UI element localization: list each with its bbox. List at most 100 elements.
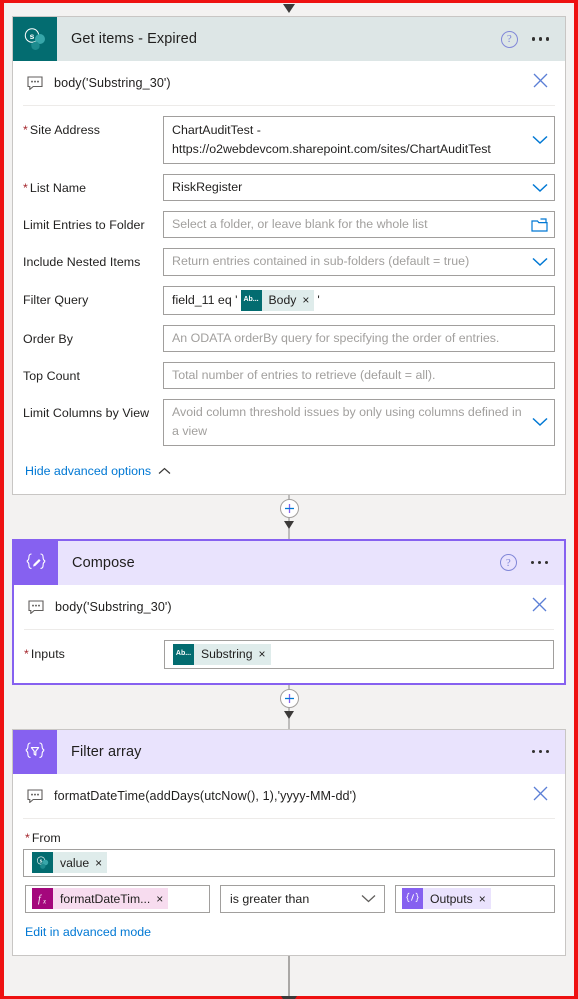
field-inputs: * Inputs Ab... Substring × <box>24 639 554 669</box>
token-remove-icon[interactable]: × <box>259 645 266 664</box>
required-marker: * <box>23 123 28 137</box>
field-label-limit-columns: Limit Columns by View <box>23 406 150 421</box>
ellipsis-icon[interactable] <box>530 746 551 757</box>
from-input[interactable]: s value × <box>23 848 555 877</box>
field-site-address: * Site Address ChartAuditTest - https://o… <box>23 116 555 164</box>
filter-array-card[interactable]: Filter array formatDateTime(addDays(utcN… <box>12 728 566 956</box>
expression-text: body('Substring_30') <box>54 76 171 90</box>
arrow-down-icon <box>281 995 297 999</box>
inputs-value: Ab... Substring × <box>173 643 547 665</box>
field-label-order-by: Order By <box>23 331 73 346</box>
token-label: Body × <box>261 289 315 311</box>
token-substring[interactable]: Ab... Substring × <box>173 643 271 665</box>
token-remove-icon[interactable]: × <box>302 291 309 310</box>
condition-operator-select[interactable]: is greater than <box>220 884 385 913</box>
token-label: formatDateTim... × <box>53 888 169 910</box>
sharepoint-icon: s <box>32 852 53 874</box>
token-formatdatetime[interactable]: f x formatDateTim... × <box>32 888 169 910</box>
compose-header[interactable]: Compose ? <box>14 540 564 585</box>
arrow-down-icon <box>284 710 294 719</box>
comment-icon <box>27 788 44 803</box>
chevron-down-icon[interactable] <box>532 183 548 193</box>
arrow-down-icon <box>283 3 295 13</box>
filter-query-prefix: field_11 eq ' <box>172 292 238 307</box>
token-remove-icon[interactable]: × <box>479 892 486 906</box>
get-items-title: Get items - Expired <box>71 31 197 47</box>
get-items-header[interactable]: s Get items - Expired ? <box>13 17 565 61</box>
svg-text:x: x <box>42 898 47 906</box>
chevron-up-icon <box>158 462 171 480</box>
limit-columns-placeholder: Avoid column threshold issues by only us… <box>172 405 522 439</box>
condition-left-input[interactable]: f x formatDateTim... × <box>25 884 210 913</box>
field-label-filter-query: Filter Query <box>23 292 89 307</box>
folder-icon[interactable] <box>531 218 548 232</box>
token-label: Outputs × <box>423 888 491 910</box>
help-icon[interactable]: ? <box>500 30 518 48</box>
include-nested-input[interactable]: Return entries contained in sub-folders … <box>163 248 555 276</box>
function-icon: f x <box>32 888 53 910</box>
chevron-down-icon[interactable] <box>532 257 548 267</box>
compose-card[interactable]: Compose ? body('Substring_30') * Inputs … <box>12 538 566 685</box>
required-marker: * <box>24 646 29 661</box>
ellipsis-icon[interactable] <box>530 33 551 44</box>
filter-array-header-actions <box>530 730 565 774</box>
filter-array-body: formatDateTime(addDays(utcNow(), 1),'yyy… <box>13 774 565 955</box>
token-label: value × <box>53 852 108 874</box>
compose-header-actions: ? <box>499 541 564 585</box>
edit-advanced-mode-link[interactable]: Edit in advanced mode <box>25 925 151 939</box>
plus-icon[interactable] <box>279 688 299 708</box>
close-icon[interactable] <box>528 72 553 94</box>
limit-entries-input[interactable]: Select a folder, or leave blank for the … <box>163 211 555 239</box>
order-by-placeholder: An ODATA orderBy query for specifying th… <box>172 330 500 345</box>
filter-array-header[interactable]: Filter array <box>13 729 565 774</box>
hide-advanced-options-toggle[interactable]: Hide advanced options <box>23 462 555 480</box>
field-filter-query: Filter Query field_11 eq ' Ab... Body × <box>23 285 555 315</box>
compose-title: Compose <box>72 554 135 571</box>
list-name-value: RiskRegister <box>172 180 243 194</box>
token-outputs[interactable]: Outputs × <box>402 888 491 910</box>
field-label-include-nested: Include Nested Items <box>23 255 141 270</box>
chevron-down-icon[interactable] <box>532 135 548 145</box>
connector-add-2 <box>12 684 566 729</box>
token-remove-icon[interactable]: × <box>156 892 163 906</box>
expression-row: body('Substring_30') <box>24 585 554 630</box>
compose-icon <box>14 540 58 585</box>
site-address-value: ChartAuditTest - https://o2webdevcom.sha… <box>172 122 491 156</box>
arrow-down-icon <box>284 520 294 529</box>
close-icon[interactable] <box>528 785 553 807</box>
get-items-body: body('Substring_30') * Site Address Chart… <box>13 61 565 494</box>
field-list-name: * List Name RiskRegister <box>23 174 555 202</box>
field-label-list-name: * List Name <box>23 181 87 195</box>
order-by-input[interactable]: An ODATA orderBy query for specifying th… <box>163 324 555 352</box>
token-label: Substring × <box>194 643 271 665</box>
field-label-limit-entries: Limit Entries to Folder <box>23 218 145 233</box>
expression-row: formatDateTime(addDays(utcNow(), 1),'yyy… <box>23 774 555 819</box>
limit-columns-input[interactable]: Avoid column threshold issues by only us… <box>163 399 555 446</box>
compose-body: body('Substring_30') * Inputs Ab... Subs… <box>14 585 564 683</box>
field-order-by: Order By An ODATA orderBy query for spec… <box>23 324 555 352</box>
expression-text: formatDateTime(addDays(utcNow(), 1),'yyy… <box>54 788 357 803</box>
filter-query-input[interactable]: field_11 eq ' Ab... Body × ' <box>163 285 555 315</box>
ellipsis-icon[interactable] <box>529 557 550 568</box>
required-marker: * <box>23 181 28 195</box>
site-address-input[interactable]: ChartAuditTest - https://o2webdevcom.sha… <box>163 116 555 164</box>
from-label: * From <box>25 830 61 845</box>
plus-icon[interactable] <box>279 498 299 518</box>
token-body[interactable]: Ab... Body × <box>240 289 315 311</box>
get-items-card[interactable]: s Get items - Expired ? body('Substring_… <box>12 16 566 495</box>
close-icon[interactable] <box>527 596 552 618</box>
list-name-input[interactable]: RiskRegister <box>163 174 555 202</box>
top-count-input[interactable]: Total number of entries to retrieve (def… <box>163 361 555 390</box>
inputs-input[interactable]: Ab... Substring × <box>164 639 554 669</box>
ab-icon: Ab... <box>240 289 262 311</box>
token-value[interactable]: s value × <box>32 852 108 874</box>
comment-icon <box>28 599 45 614</box>
top-count-placeholder: Total number of entries to retrieve (def… <box>172 367 436 382</box>
arrow-wrap <box>284 520 294 529</box>
token-remove-icon[interactable]: × <box>95 856 102 870</box>
chevron-down-icon[interactable] <box>361 892 376 906</box>
help-icon[interactable]: ? <box>499 554 517 572</box>
field-label-inputs: * Inputs <box>24 646 65 661</box>
condition-right-input[interactable]: Outputs × <box>395 884 555 913</box>
chevron-down-icon[interactable] <box>532 417 548 427</box>
